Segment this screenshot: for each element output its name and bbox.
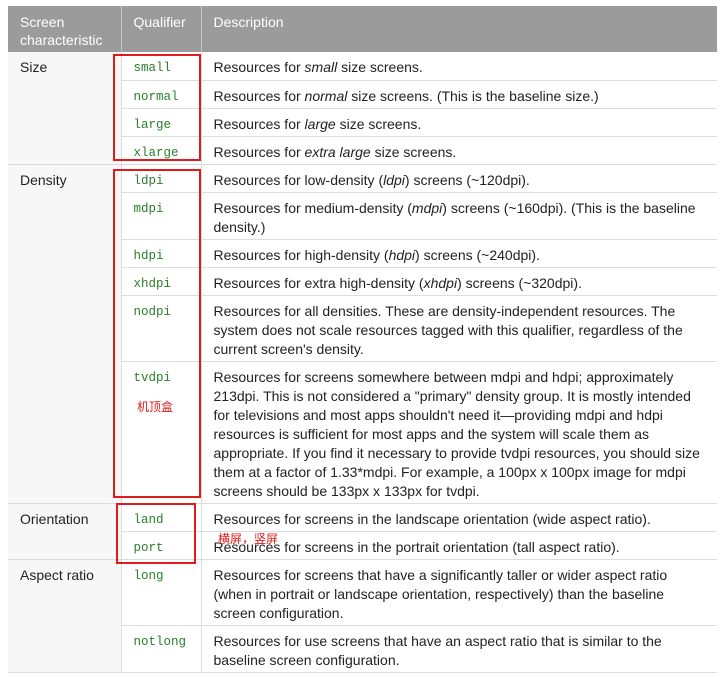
tv-box-annotation: 机顶盒: [137, 400, 174, 414]
description-cell: Resources for low-density (ldpi) screens…: [201, 164, 717, 193]
group-size: Size: [8, 52, 122, 165]
table-row: Aspect ratio long Resources for screens …: [8, 559, 717, 673]
qualifier-cell: normal: [121, 80, 202, 109]
header-screen-characteristic: Screen characteristic: [8, 6, 122, 52]
description-cell: Resources for large size screens.: [201, 108, 717, 137]
qualifier-table: Screen characteristic Qualifier Descript…: [8, 6, 717, 673]
qualifier-cell: port: [121, 531, 202, 560]
description-cell: Resources for screens in the landscape o…: [201, 503, 717, 532]
qualifier-cell: small: [121, 52, 202, 81]
description-cell: Resources for small size screens.: [201, 52, 717, 81]
table-header-row: Screen characteristic Qualifier Descript…: [8, 6, 717, 52]
description-cell: Resources for screens somewhere between …: [201, 361, 717, 504]
qualifier-cell: tvdpi: [121, 361, 202, 504]
description-cell: Resources for high-density (hdpi) screen…: [201, 239, 717, 268]
qualifier-cell: long: [121, 559, 202, 626]
description-cell: Resources for screens in the portrait or…: [201, 531, 717, 560]
qualifier-cell: large: [121, 108, 202, 137]
description-cell: Resources for screens that have a signif…: [201, 559, 717, 626]
table-row: Orientation land Resources for screens i…: [8, 503, 717, 560]
qualifier-cell: mdpi: [121, 192, 202, 240]
qualifier-cell: nodpi: [121, 295, 202, 362]
qualifier-cell: ldpi: [121, 164, 202, 193]
header-qualifier: Qualifier: [121, 6, 202, 52]
description-cell: Resources for medium-density (mdpi) scre…: [201, 192, 717, 240]
description-cell: Resources for all densities. These are d…: [201, 295, 717, 362]
group-orientation: Orientation: [8, 503, 122, 560]
qualifier-cell: xlarge: [121, 136, 202, 165]
header-description: Description: [201, 6, 717, 52]
qualifier-cell: hdpi: [121, 239, 202, 268]
group-density: Density: [8, 164, 122, 504]
qualifier-cell: land: [121, 503, 202, 532]
table-row: Density ldpi Resources for low-density (…: [8, 164, 717, 504]
description-cell: Resources for extra large size screens.: [201, 136, 717, 165]
qualifier-cell: xhdpi: [121, 267, 202, 296]
description-cell: Resources for use screens that have an a…: [201, 625, 717, 673]
orientation-annotation: 横屏，竖屏: [218, 532, 279, 546]
table-row: Size small Resources for small size scre…: [8, 52, 717, 165]
description-cell: Resources for normal size screens. (This…: [201, 80, 717, 109]
qualifier-cell: notlong: [121, 625, 202, 673]
group-aspect-ratio: Aspect ratio: [8, 559, 122, 673]
description-cell: Resources for extra high-density (xhdpi)…: [201, 267, 717, 296]
